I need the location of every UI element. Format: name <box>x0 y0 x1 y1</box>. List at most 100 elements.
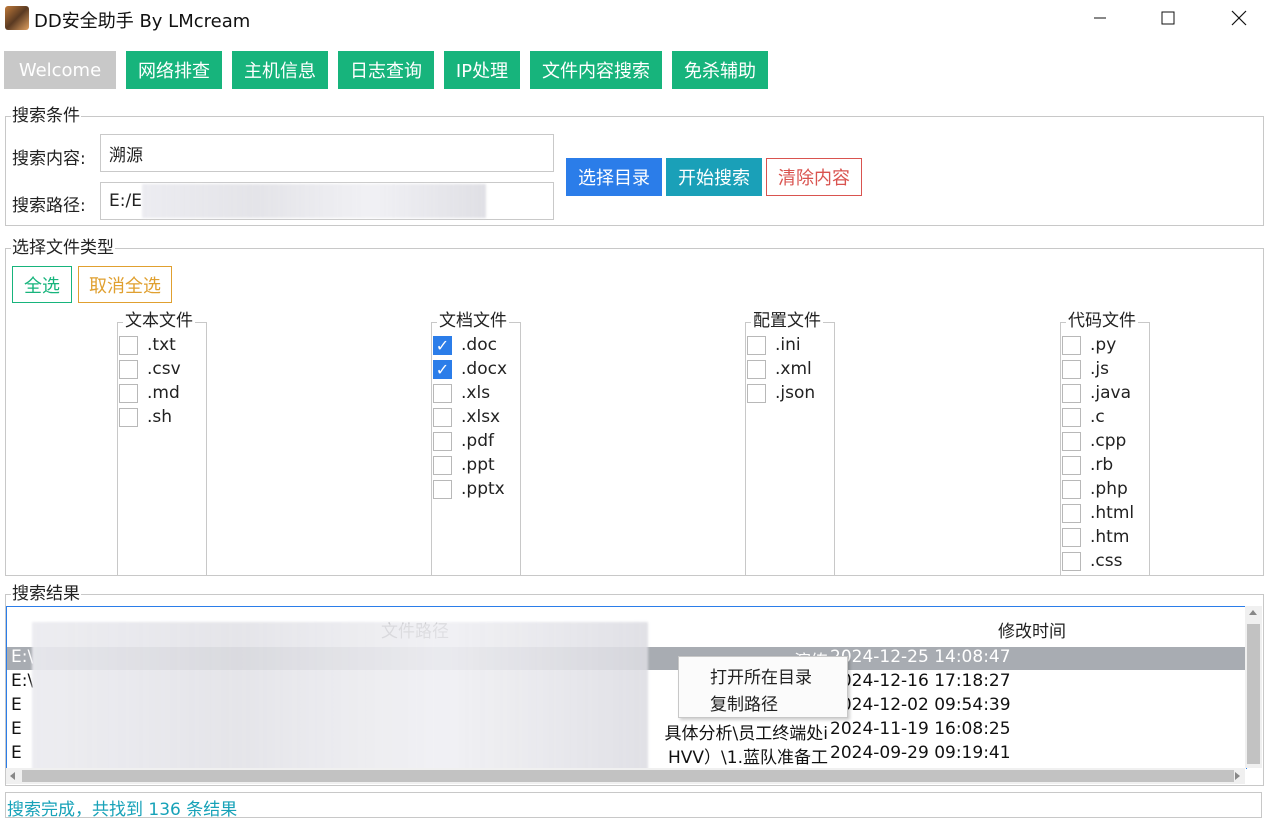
tab-welcome[interactable]: Welcome <box>4 51 116 89</box>
file-extension-label[interactable]: .xlsx <box>461 407 500 427</box>
file-extension-label[interactable]: .html <box>1090 503 1134 523</box>
row-path-start: E <box>11 695 22 715</box>
file-type-column-title: 文本文件 <box>123 311 195 331</box>
row-path-start: E:\ <box>11 647 34 667</box>
file-extension-label[interactable]: .sh <box>147 407 172 427</box>
menu-item-copy-path[interactable]: 复制路径 <box>710 690 778 715</box>
row-path-end: 具体分析\员工终端处i <box>664 724 828 744</box>
context-menu: 打开所在目录 复制路径 <box>678 656 848 718</box>
file-type-title: 选择文件类型 <box>11 238 115 258</box>
file-extension-label[interactable]: .rb <box>1090 455 1113 475</box>
checkbox[interactable] <box>1062 480 1081 499</box>
file-extension-label[interactable]: .py <box>1090 335 1116 355</box>
path-redaction <box>142 184 486 218</box>
search-content-label: 搜索内容: <box>12 149 86 169</box>
checkbox[interactable] <box>119 336 138 355</box>
file-extension-label[interactable]: .cpp <box>1090 431 1126 451</box>
checkbox[interactable] <box>1062 552 1081 571</box>
menu-item-open-directory[interactable]: 打开所在目录 <box>710 663 812 688</box>
checkbox[interactable] <box>119 408 138 427</box>
status-bar: 搜索完成，共找到 136 条结果 <box>5 792 1262 820</box>
checkbox[interactable] <box>1062 528 1081 547</box>
file-type-column-title: 配置文件 <box>751 311 823 331</box>
row-path-end: HVV）\1.蓝队准备工 <box>668 748 828 768</box>
row-modified-time: 2024-12-25 14:08:47 <box>830 647 1011 667</box>
row-path-start: E <box>11 719 22 739</box>
tab-ip[interactable]: IP处理 <box>444 51 520 89</box>
checkbox[interactable] <box>1062 456 1081 475</box>
checkbox[interactable] <box>119 360 138 379</box>
tab-host-info[interactable]: 主机信息 <box>232 51 328 89</box>
file-extension-label[interactable]: .md <box>147 383 180 403</box>
clear-content-button[interactable]: 清除内容 <box>766 158 862 196</box>
checkbox[interactable] <box>433 480 452 499</box>
checkbox[interactable] <box>1062 432 1081 451</box>
checkbox[interactable] <box>433 384 452 403</box>
checkbox-checked[interactable]: ✓ <box>433 336 452 355</box>
file-extension-label[interactable]: .xml <box>775 359 812 379</box>
row-modified-time: 2024-09-29 09:19:41 <box>830 743 1011 763</box>
file-extension-label[interactable]: .xls <box>461 383 490 403</box>
file-extension-label[interactable]: .pdf <box>461 431 494 451</box>
file-extension-label[interactable]: .htm <box>1090 527 1129 547</box>
file-type-column-title: 代码文件 <box>1066 311 1138 331</box>
tab-log-query[interactable]: 日志查询 <box>338 51 434 89</box>
file-extension-label[interactable]: .php <box>1090 479 1128 499</box>
checkbox[interactable] <box>1062 504 1081 523</box>
search-content-input[interactable]: 溯源 <box>100 134 554 172</box>
file-extension-label[interactable]: .txt <box>147 335 176 355</box>
row-modified-time: 2024-12-16 17:18:27 <box>830 671 1011 691</box>
search-path-label: 搜索路径: <box>12 196 86 216</box>
row-path-start: E <box>11 743 22 763</box>
checkbox[interactable] <box>1062 360 1081 379</box>
row-modified-time: 2024-12-02 09:54:39 <box>830 695 1011 715</box>
file-extension-label[interactable]: .ini <box>775 335 801 355</box>
file-extension-label[interactable]: .json <box>775 383 815 403</box>
window-title: DD安全助手 By LMcream <box>34 11 251 32</box>
checkbox[interactable] <box>433 408 452 427</box>
choose-directory-button[interactable]: 选择目录 <box>566 158 662 196</box>
scroll-left-icon[interactable] <box>10 772 15 780</box>
horizontal-scroll-thumb[interactable] <box>22 770 1234 782</box>
checkbox-checked[interactable]: ✓ <box>433 360 452 379</box>
maximize-icon[interactable] <box>1145 0 1191 36</box>
tab-evasion[interactable]: 免杀辅助 <box>672 51 768 89</box>
checkbox[interactable] <box>1062 336 1081 355</box>
checkbox[interactable] <box>747 384 766 403</box>
file-extension-label[interactable]: .ppt <box>461 455 495 475</box>
file-extension-label[interactable]: .c <box>1090 407 1105 427</box>
file-extension-label[interactable]: .doc <box>461 335 497 355</box>
checkbox[interactable] <box>747 336 766 355</box>
checkbox[interactable] <box>119 384 138 403</box>
file-extension-label[interactable]: .docx <box>461 359 507 379</box>
search-path-value: E:/E <box>109 191 142 211</box>
checkbox[interactable] <box>1062 408 1081 427</box>
horizontal-scrollbar[interactable] <box>6 768 1245 784</box>
status-text: 搜索完成，共找到 136 条结果 <box>7 800 238 820</box>
minimize-icon[interactable] <box>1077 0 1123 36</box>
checkbox[interactable] <box>433 432 452 451</box>
start-search-button[interactable]: 开始搜索 <box>666 158 762 196</box>
select-all-button[interactable]: 全选 <box>12 266 72 303</box>
scroll-right-icon[interactable] <box>1235 772 1240 780</box>
vertical-scroll-thumb[interactable] <box>1247 624 1260 764</box>
checkbox[interactable] <box>433 456 452 475</box>
checkbox[interactable] <box>1062 384 1081 403</box>
results-title: 搜索结果 <box>11 584 81 604</box>
deselect-all-button[interactable]: 取消全选 <box>78 266 172 303</box>
file-extension-label[interactable]: .css <box>1090 551 1122 571</box>
file-type-column-title: 文档文件 <box>437 311 509 331</box>
tab-network[interactable]: 网络排查 <box>126 51 222 89</box>
checkbox[interactable] <box>747 360 766 379</box>
search-conditions-title: 搜索条件 <box>11 106 81 126</box>
close-icon[interactable] <box>1216 0 1262 36</box>
scroll-up-icon[interactable] <box>1249 610 1257 615</box>
tab-file-search[interactable]: 文件内容搜索 <box>530 51 662 89</box>
column-header-time[interactable]: 修改时间 <box>998 617 1066 642</box>
file-extension-label[interactable]: .js <box>1090 359 1109 379</box>
file-extension-label[interactable]: .pptx <box>461 479 505 499</box>
results-redaction <box>32 622 648 776</box>
file-extension-label[interactable]: .java <box>1090 383 1131 403</box>
file-extension-label[interactable]: .csv <box>147 359 181 379</box>
vertical-scrollbar[interactable] <box>1245 606 1262 768</box>
